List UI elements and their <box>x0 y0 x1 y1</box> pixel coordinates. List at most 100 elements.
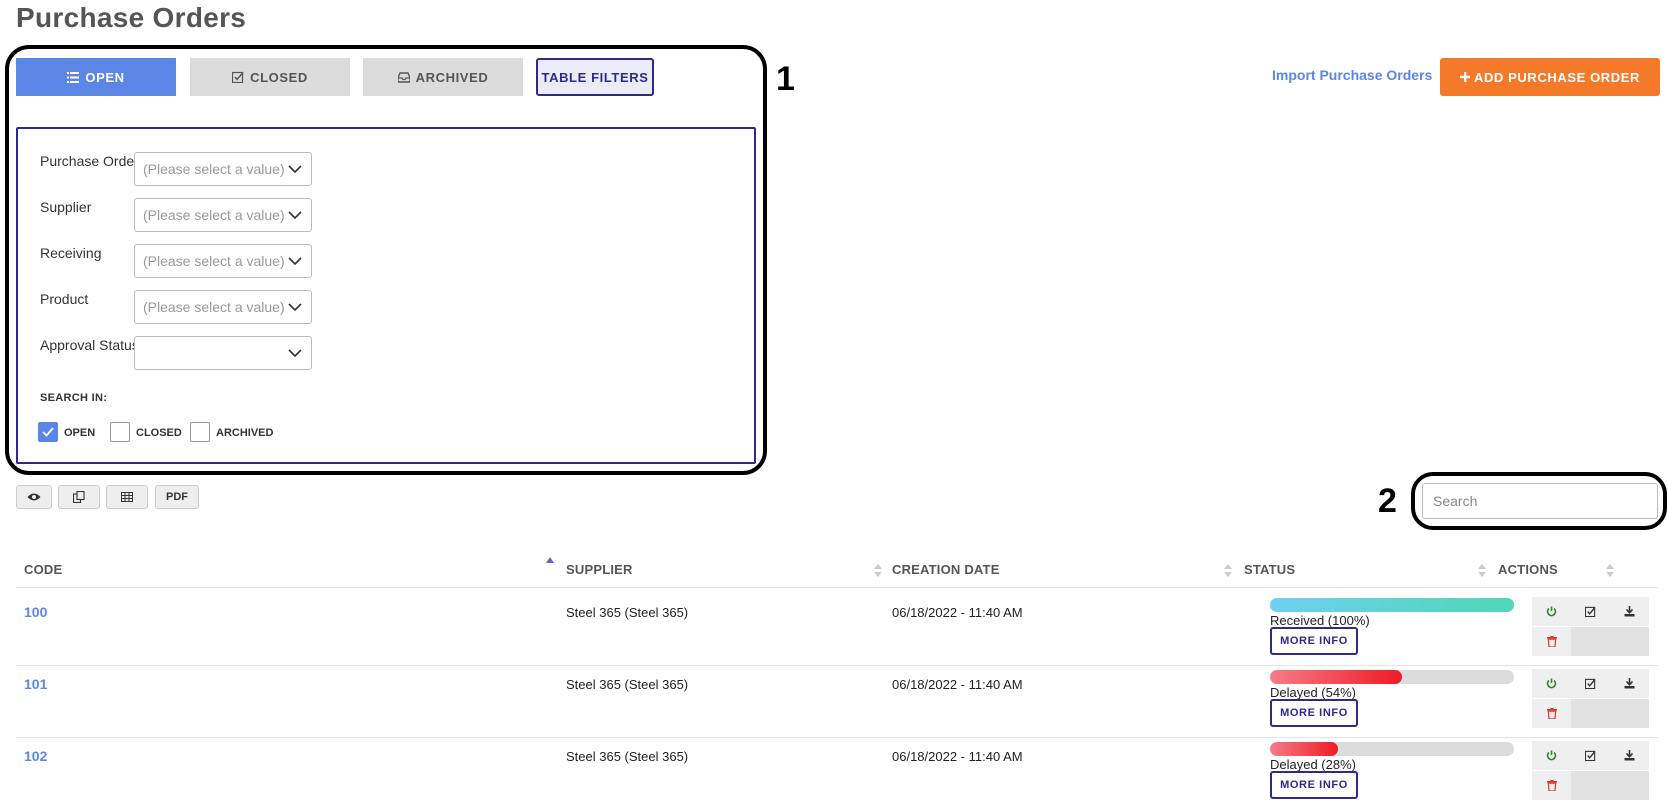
approval-status-select[interactable] <box>134 336 312 370</box>
close-order-button[interactable] <box>1571 669 1610 698</box>
power-icon <box>1546 678 1557 689</box>
closed-checkbox-label: CLOSED <box>136 427 182 439</box>
trash-icon <box>1546 708 1557 719</box>
trash-icon <box>1546 780 1557 791</box>
annotation-number-1: 1 <box>776 60 795 98</box>
toggle-button[interactable] <box>1532 669 1571 698</box>
status-text: Delayed (28%) <box>1270 757 1356 772</box>
column-visibility-button[interactable] <box>16 485 52 509</box>
column-header-actions: ACTIONS <box>1498 562 1558 577</box>
power-icon <box>1546 606 1557 617</box>
filter-label-approval-status: Approval Status <box>40 337 139 353</box>
chevron-down-icon <box>288 257 302 266</box>
more-info-button[interactable]: MORE INFO <box>1270 771 1358 799</box>
list-icon <box>67 71 80 83</box>
excel-export-button[interactable] <box>106 485 148 509</box>
product-select[interactable]: (Please select a value) <box>134 290 312 324</box>
sort-icon[interactable] <box>1224 564 1232 577</box>
order-code-link[interactable]: 102 <box>24 748 47 764</box>
archived-checkbox-label: ARCHIVED <box>216 427 274 439</box>
delete-button[interactable] <box>1532 627 1571 656</box>
supplier-cell: Steel 365 (Steel 365) <box>566 605 689 620</box>
order-code-link[interactable]: 101 <box>24 676 47 692</box>
chevron-down-icon <box>288 303 302 312</box>
pdf-export-button[interactable]: PDF <box>155 485 199 509</box>
supplier-select[interactable]: (Please select a value) <box>134 198 312 232</box>
filter-label-purchase-order: Purchase Order <box>40 153 139 169</box>
sort-icon[interactable] <box>874 564 882 577</box>
tab-open-label: OPEN <box>85 69 125 85</box>
download-button[interactable] <box>1610 669 1649 698</box>
toggle-button[interactable] <box>1532 741 1571 770</box>
receiving-select[interactable]: (Please select a value) <box>134 244 312 278</box>
order-code-link[interactable]: 100 <box>24 604 47 620</box>
delete-button[interactable] <box>1532 699 1571 728</box>
column-header-creation-date[interactable]: CREATION DATE <box>892 562 1000 577</box>
close-order-button[interactable] <box>1571 597 1610 626</box>
annotation-number-2: 2 <box>1378 482 1397 520</box>
table-filters-label: TABLE FILTERS <box>541 69 649 85</box>
purchase-order-select[interactable]: (Please select a value) <box>134 152 312 186</box>
add-purchase-order-button[interactable]: ADD PURCHASE ORDER <box>1440 58 1660 96</box>
download-icon <box>1624 750 1635 761</box>
download-button[interactable] <box>1610 741 1649 770</box>
status-text: Received (100%) <box>1270 613 1370 628</box>
table-filters-button[interactable]: TABLE FILTERS <box>536 58 654 96</box>
column-header-code[interactable]: CODE <box>24 562 62 577</box>
download-icon <box>1624 678 1635 689</box>
status-progress-fill <box>1270 670 1402 684</box>
check-square-icon <box>1585 606 1596 617</box>
open-checkbox[interactable] <box>38 422 58 442</box>
plus-icon <box>1459 72 1470 82</box>
close-order-button[interactable] <box>1571 741 1610 770</box>
filter-label-supplier: Supplier <box>40 199 92 215</box>
status-text: Delayed (54%) <box>1270 685 1356 700</box>
filter-label-receiving: Receiving <box>40 245 102 261</box>
status-progress-fill <box>1270 742 1339 756</box>
column-header-status[interactable]: STATUS <box>1244 562 1295 577</box>
search-input[interactable] <box>1422 483 1658 519</box>
tab-closed-label: CLOSED <box>250 69 308 85</box>
sort-asc-icon[interactable] <box>546 557 554 563</box>
power-icon <box>1546 750 1557 761</box>
creation-date-cell: 06/18/2022 - 11:40 AM <box>892 677 1023 692</box>
table-icon <box>121 492 133 502</box>
check-icon <box>42 427 54 437</box>
import-purchase-orders-link[interactable]: Import Purchase Orders <box>1272 67 1432 83</box>
delete-button[interactable] <box>1532 771 1571 800</box>
status-progress-bar <box>1270 670 1514 684</box>
sort-icon[interactable] <box>1478 564 1486 577</box>
more-info-button[interactable]: MORE INFO <box>1270 627 1358 655</box>
filters-panel: Purchase Order (Please select a value) S… <box>16 127 756 464</box>
tab-archived-label: ARCHIVED <box>415 69 489 85</box>
tab-closed[interactable]: CLOSED <box>190 58 350 96</box>
status-progress-fill <box>1270 598 1514 612</box>
column-header-supplier[interactable]: SUPPLIER <box>566 562 633 577</box>
add-purchase-order-label: ADD PURCHASE ORDER <box>1473 69 1641 85</box>
actions-empty-cell <box>1571 771 1649 800</box>
row-divider <box>16 665 1658 666</box>
tab-archived[interactable]: ARCHIVED <box>363 58 523 96</box>
download-button[interactable] <box>1610 597 1649 626</box>
actions-group <box>1532 741 1650 801</box>
supplier-cell: Steel 365 (Steel 365) <box>566 749 689 764</box>
closed-checkbox[interactable] <box>110 422 130 442</box>
trash-icon <box>1546 636 1557 647</box>
filter-label-product: Product <box>40 291 89 307</box>
copy-button[interactable] <box>58 485 100 509</box>
download-icon <box>1624 606 1635 617</box>
check-square-icon <box>1585 750 1596 761</box>
check-square-icon <box>1585 678 1596 689</box>
actions-empty-cell <box>1571 627 1649 656</box>
status-progress-bar <box>1270 742 1514 756</box>
tab-open[interactable]: OPEN <box>16 58 176 96</box>
chevron-down-icon <box>288 165 302 174</box>
row-divider <box>16 737 1658 738</box>
chevron-down-icon <box>288 349 302 358</box>
creation-date-cell: 06/18/2022 - 11:40 AM <box>892 749 1023 764</box>
archived-checkbox[interactable] <box>190 422 210 442</box>
sort-icon[interactable] <box>1606 564 1614 577</box>
more-info-button[interactable]: MORE INFO <box>1270 699 1358 727</box>
toggle-button[interactable] <box>1532 597 1571 626</box>
search-in-label: SEARCH IN: <box>40 392 108 404</box>
